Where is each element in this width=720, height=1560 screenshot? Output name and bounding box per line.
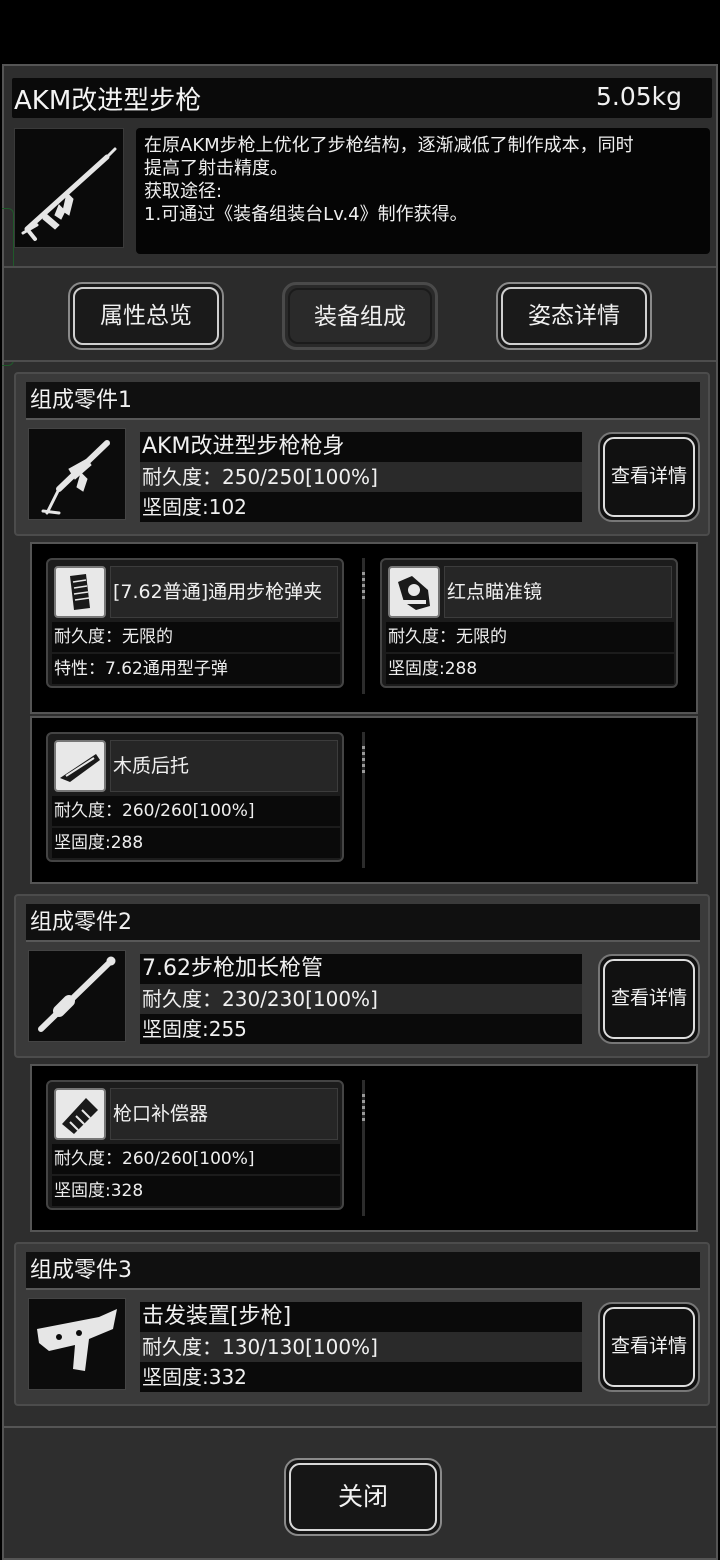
subpart-card-muzzle-compensator[interactable]: 枪口补偿器 耐久度：260/260[100%] 坚固度:328	[46, 1080, 344, 1210]
subpart-name: [7.62普通]通用步枪弹夹	[110, 566, 338, 618]
subpart-hardness: 坚固度:328	[52, 1176, 340, 1206]
button-label: 关闭	[337, 1482, 388, 1511]
tab-label: 装备组成	[314, 304, 406, 330]
trigger-assembly-icon	[28, 1298, 126, 1390]
weapon-detail-panel: AKM改进型步枪 5.05kg 在原AKM步枪上优化了步枪结构，逐渐减低了制作成…	[2, 64, 718, 1560]
part-hardness: 坚固度:332	[140, 1362, 582, 1392]
part-name: 7.62步枪加长枪管	[140, 954, 582, 984]
subpart-card-red-dot-sight[interactable]: 红点瞄准镜 耐久度：无限的 坚固度:288	[380, 558, 678, 688]
subpart-card-magazine[interactable]: [7.62普通]通用步枪弹夹 耐久度：无限的 特性：7.62通用型子弹	[46, 558, 344, 688]
subpart-name: 枪口补偿器	[110, 1088, 338, 1140]
close-button[interactable]: 关闭	[284, 1458, 442, 1536]
subpart-hardness: 坚固度:288	[386, 654, 674, 684]
tab-bar: 属性总览 装备组成 姿态详情	[4, 266, 716, 362]
part-name: 击发装置[步枪]	[140, 1302, 582, 1332]
wooden-stock-icon	[54, 740, 106, 792]
subparts-area: 木质后托 耐久度：260/260[100%] 坚固度:288	[30, 716, 698, 884]
part-durability: 耐久度：230/230[100%]	[140, 984, 582, 1014]
column-divider	[362, 732, 365, 868]
button-label: 查看详情	[610, 465, 687, 487]
description-line: 在原AKM步枪上优化了步枪结构，逐渐减低了制作成本，同时	[144, 135, 634, 156]
part-title: 组成零件2	[26, 904, 700, 942]
column-divider	[362, 1080, 365, 1216]
subpart-card-wooden-stock[interactable]: 木质后托 耐久度：260/260[100%] 坚固度:288	[46, 732, 344, 862]
weapon-title: AKM改进型步枪	[14, 86, 202, 116]
red-dot-sight-icon	[388, 566, 440, 618]
tab-attribute-overview[interactable]: 属性总览	[68, 282, 224, 350]
part-title: 组成零件3	[26, 1252, 700, 1290]
view-details-button[interactable]: 查看详情	[598, 954, 700, 1044]
button-label: 查看详情	[610, 987, 687, 1009]
part-durability: 耐久度：130/130[100%]	[140, 1332, 582, 1362]
part-card-3: 组成零件3 击发装置[步枪] 耐久度：130/130[100%] 坚固度:332…	[14, 1242, 710, 1406]
subpart-hardness: 坚固度:288	[52, 828, 340, 858]
barrel-icon	[28, 950, 126, 1042]
subpart-durability: 耐久度：260/260[100%]	[52, 796, 340, 826]
part-name: AKM改进型步枪枪身	[140, 432, 582, 462]
description-line: 获取途径:	[144, 181, 223, 202]
view-details-button[interactable]: 查看详情	[598, 432, 700, 522]
muzzle-compensator-icon	[54, 1088, 106, 1140]
subparts-area: [7.62普通]通用步枪弹夹 耐久度：无限的 特性：7.62通用型子弹 红点瞄准…	[30, 542, 698, 714]
subpart-name: 红点瞄准镜	[444, 566, 672, 618]
part-hardness: 坚固度:102	[140, 492, 582, 522]
description-line: 提高了射击精度。	[144, 158, 288, 179]
part-durability: 耐久度：250/250[100%]	[140, 462, 582, 492]
part-hardness: 坚固度:255	[140, 1014, 582, 1044]
part-card-2: 组成零件2 7.62步枪加长枪管 耐久度：230/230[100%] 坚固度:2…	[14, 894, 710, 1058]
description-line: 1.可通过《装备组装台Lv.4》制作获得。	[144, 204, 468, 225]
rifle-icon	[14, 128, 124, 248]
column-divider	[362, 558, 365, 694]
part-title: 组成零件1	[26, 382, 700, 420]
subpart-durability: 耐久度：无限的	[52, 622, 340, 652]
view-details-button[interactable]: 查看详情	[598, 1302, 700, 1392]
button-label: 查看详情	[610, 1335, 687, 1357]
weapon-description: 在原AKM步枪上优化了步枪结构，逐渐减低了制作成本，同时 提高了射击精度。 获取…	[136, 128, 710, 254]
subpart-trait: 特性：7.62通用型子弹	[52, 654, 340, 684]
subpart-durability: 耐久度：无限的	[386, 622, 674, 652]
tab-stance-details[interactable]: 姿态详情	[496, 282, 652, 350]
magazine-icon	[54, 566, 106, 618]
tab-equipment-composition[interactable]: 装备组成	[282, 282, 438, 350]
part-card-1: 组成零件1 AKM改进型步枪枪身 耐久度：250/250[100%] 坚固度:1…	[14, 372, 710, 536]
subpart-durability: 耐久度：260/260[100%]	[52, 1144, 340, 1174]
footer-bar: 关闭	[4, 1426, 716, 1558]
weapon-weight: 5.05kg	[572, 80, 706, 114]
subparts-area: 枪口补偿器 耐久度：260/260[100%] 坚固度:328	[30, 1064, 698, 1232]
tab-label: 属性总览	[100, 303, 192, 329]
tab-label: 姿态详情	[528, 303, 620, 329]
receiver-icon	[28, 428, 126, 520]
subpart-name: 木质后托	[110, 740, 338, 792]
